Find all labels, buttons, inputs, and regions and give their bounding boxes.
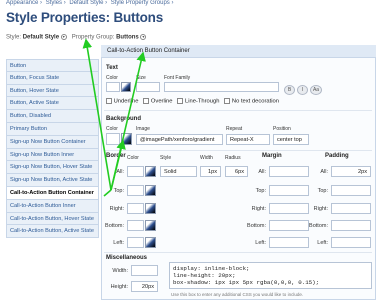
arrow-to-bg-swatch [110, 139, 126, 191]
annotation-arrows [82, 38, 146, 197]
arrow-to-group-selector [82, 38, 112, 191]
arrow-from-sidebar [103, 189, 112, 197]
